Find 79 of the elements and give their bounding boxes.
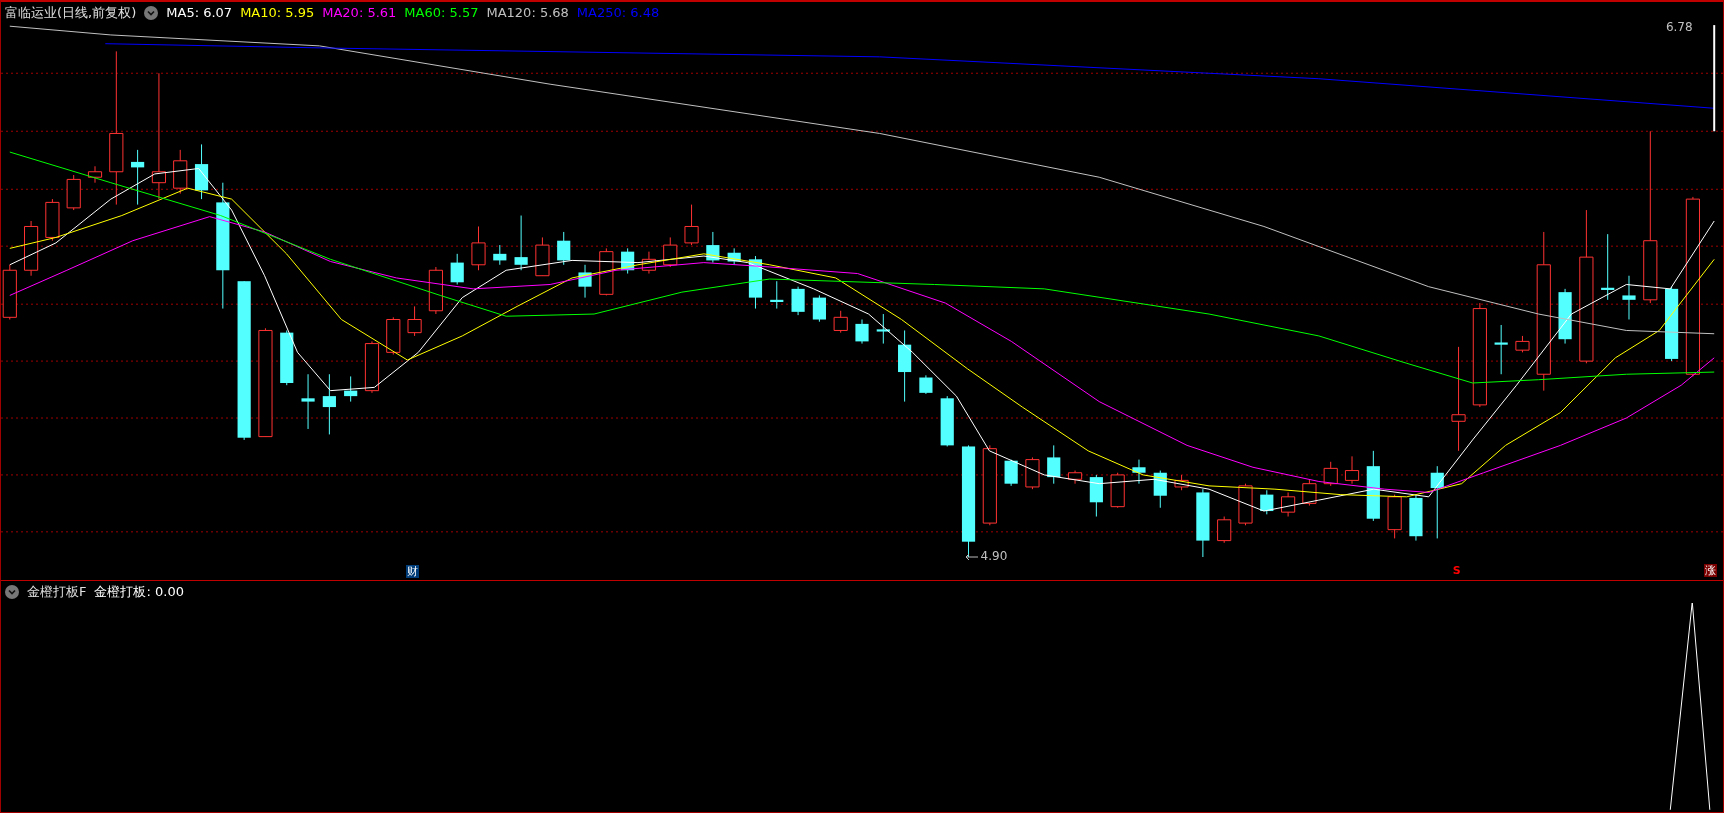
candlestick xyxy=(1004,459,1018,487)
candlestick xyxy=(173,149,188,195)
pointer-arrow-icon xyxy=(965,552,980,561)
candlestick xyxy=(1515,335,1530,353)
candlestick xyxy=(812,294,826,323)
candlestick xyxy=(748,255,763,310)
candlestick xyxy=(791,286,805,316)
candlestick xyxy=(578,264,592,299)
candlestick xyxy=(1047,444,1061,485)
candlestick xyxy=(1387,494,1402,539)
candlestick xyxy=(1067,470,1083,485)
candlestick xyxy=(621,247,635,275)
candlestick xyxy=(1622,275,1636,320)
candlestick xyxy=(1601,233,1615,301)
candlestick xyxy=(1323,461,1338,487)
candlestick xyxy=(471,226,486,271)
candlestick xyxy=(1132,459,1146,485)
candlestick xyxy=(301,373,315,430)
candlestick xyxy=(24,220,39,277)
candlestick xyxy=(557,231,571,266)
candlestick xyxy=(2,264,17,320)
candlestick xyxy=(684,204,699,246)
candlestick xyxy=(407,305,422,337)
candlestick xyxy=(1281,491,1296,517)
candlestick xyxy=(87,165,103,184)
candlestick xyxy=(1217,516,1232,544)
candlestick xyxy=(450,253,464,285)
indicator-name: 金橙打板F xyxy=(27,583,87,602)
candlestick xyxy=(386,316,401,356)
candlestick xyxy=(727,247,741,266)
candlestick xyxy=(1196,488,1210,558)
candlestick xyxy=(194,143,209,200)
candlestick xyxy=(1260,489,1274,515)
candlestick xyxy=(1110,472,1125,509)
moving-average-value: MA120: 5.68 xyxy=(486,4,569,23)
candlestick xyxy=(876,313,890,345)
candlestick xyxy=(322,373,336,435)
candlestick xyxy=(663,236,678,268)
candlestick xyxy=(1558,288,1572,345)
candlestick xyxy=(1025,456,1040,490)
candlestick xyxy=(770,280,784,310)
candlestick xyxy=(919,374,933,395)
candlestick xyxy=(855,319,869,345)
candlestick xyxy=(344,375,358,403)
candlestick xyxy=(1366,450,1380,522)
candlestick xyxy=(493,244,507,266)
candlestick xyxy=(131,149,145,206)
chart-marker: 财 xyxy=(406,564,420,578)
candlestick xyxy=(45,198,60,242)
chart-marker: 涨 xyxy=(1704,563,1718,577)
candlestick xyxy=(1153,470,1167,509)
low-price-label: 4.90 xyxy=(980,550,1008,563)
candlestick xyxy=(706,231,720,264)
chevron-down-icon[interactable] xyxy=(5,585,19,599)
moving-average-value: MA60: 5.57 xyxy=(404,4,479,23)
indicator-value: 金橙打板: 0.00 xyxy=(94,583,184,602)
moving-average-value: MA10: 5.95 xyxy=(240,4,315,23)
candlestick xyxy=(428,266,443,315)
candlestick xyxy=(66,174,81,211)
candlestick xyxy=(535,236,550,277)
high-price-label: 6.78 xyxy=(1665,20,1693,33)
candlestick xyxy=(641,251,657,275)
candlestick xyxy=(364,340,380,394)
candlestick xyxy=(1494,324,1508,375)
candlestick xyxy=(940,395,954,447)
candlestick xyxy=(1238,483,1253,526)
moving-average-value: MA5: 6.07 xyxy=(166,4,233,23)
candlestick xyxy=(280,329,294,386)
moving-average-value: MA250: 6.48 xyxy=(576,4,660,23)
chart-marker: S xyxy=(1451,563,1462,577)
candlestick xyxy=(1174,474,1189,491)
chevron-down-icon[interactable] xyxy=(144,6,159,20)
candlestick xyxy=(1409,494,1423,542)
candlestick xyxy=(514,215,528,271)
candlestick xyxy=(1089,474,1103,517)
candlestick xyxy=(833,310,848,334)
moving-average-value: MA20: 5.61 xyxy=(322,4,397,23)
candlestick xyxy=(1344,455,1360,485)
stock-title: 富临运业(日线,前复权) xyxy=(5,4,137,23)
